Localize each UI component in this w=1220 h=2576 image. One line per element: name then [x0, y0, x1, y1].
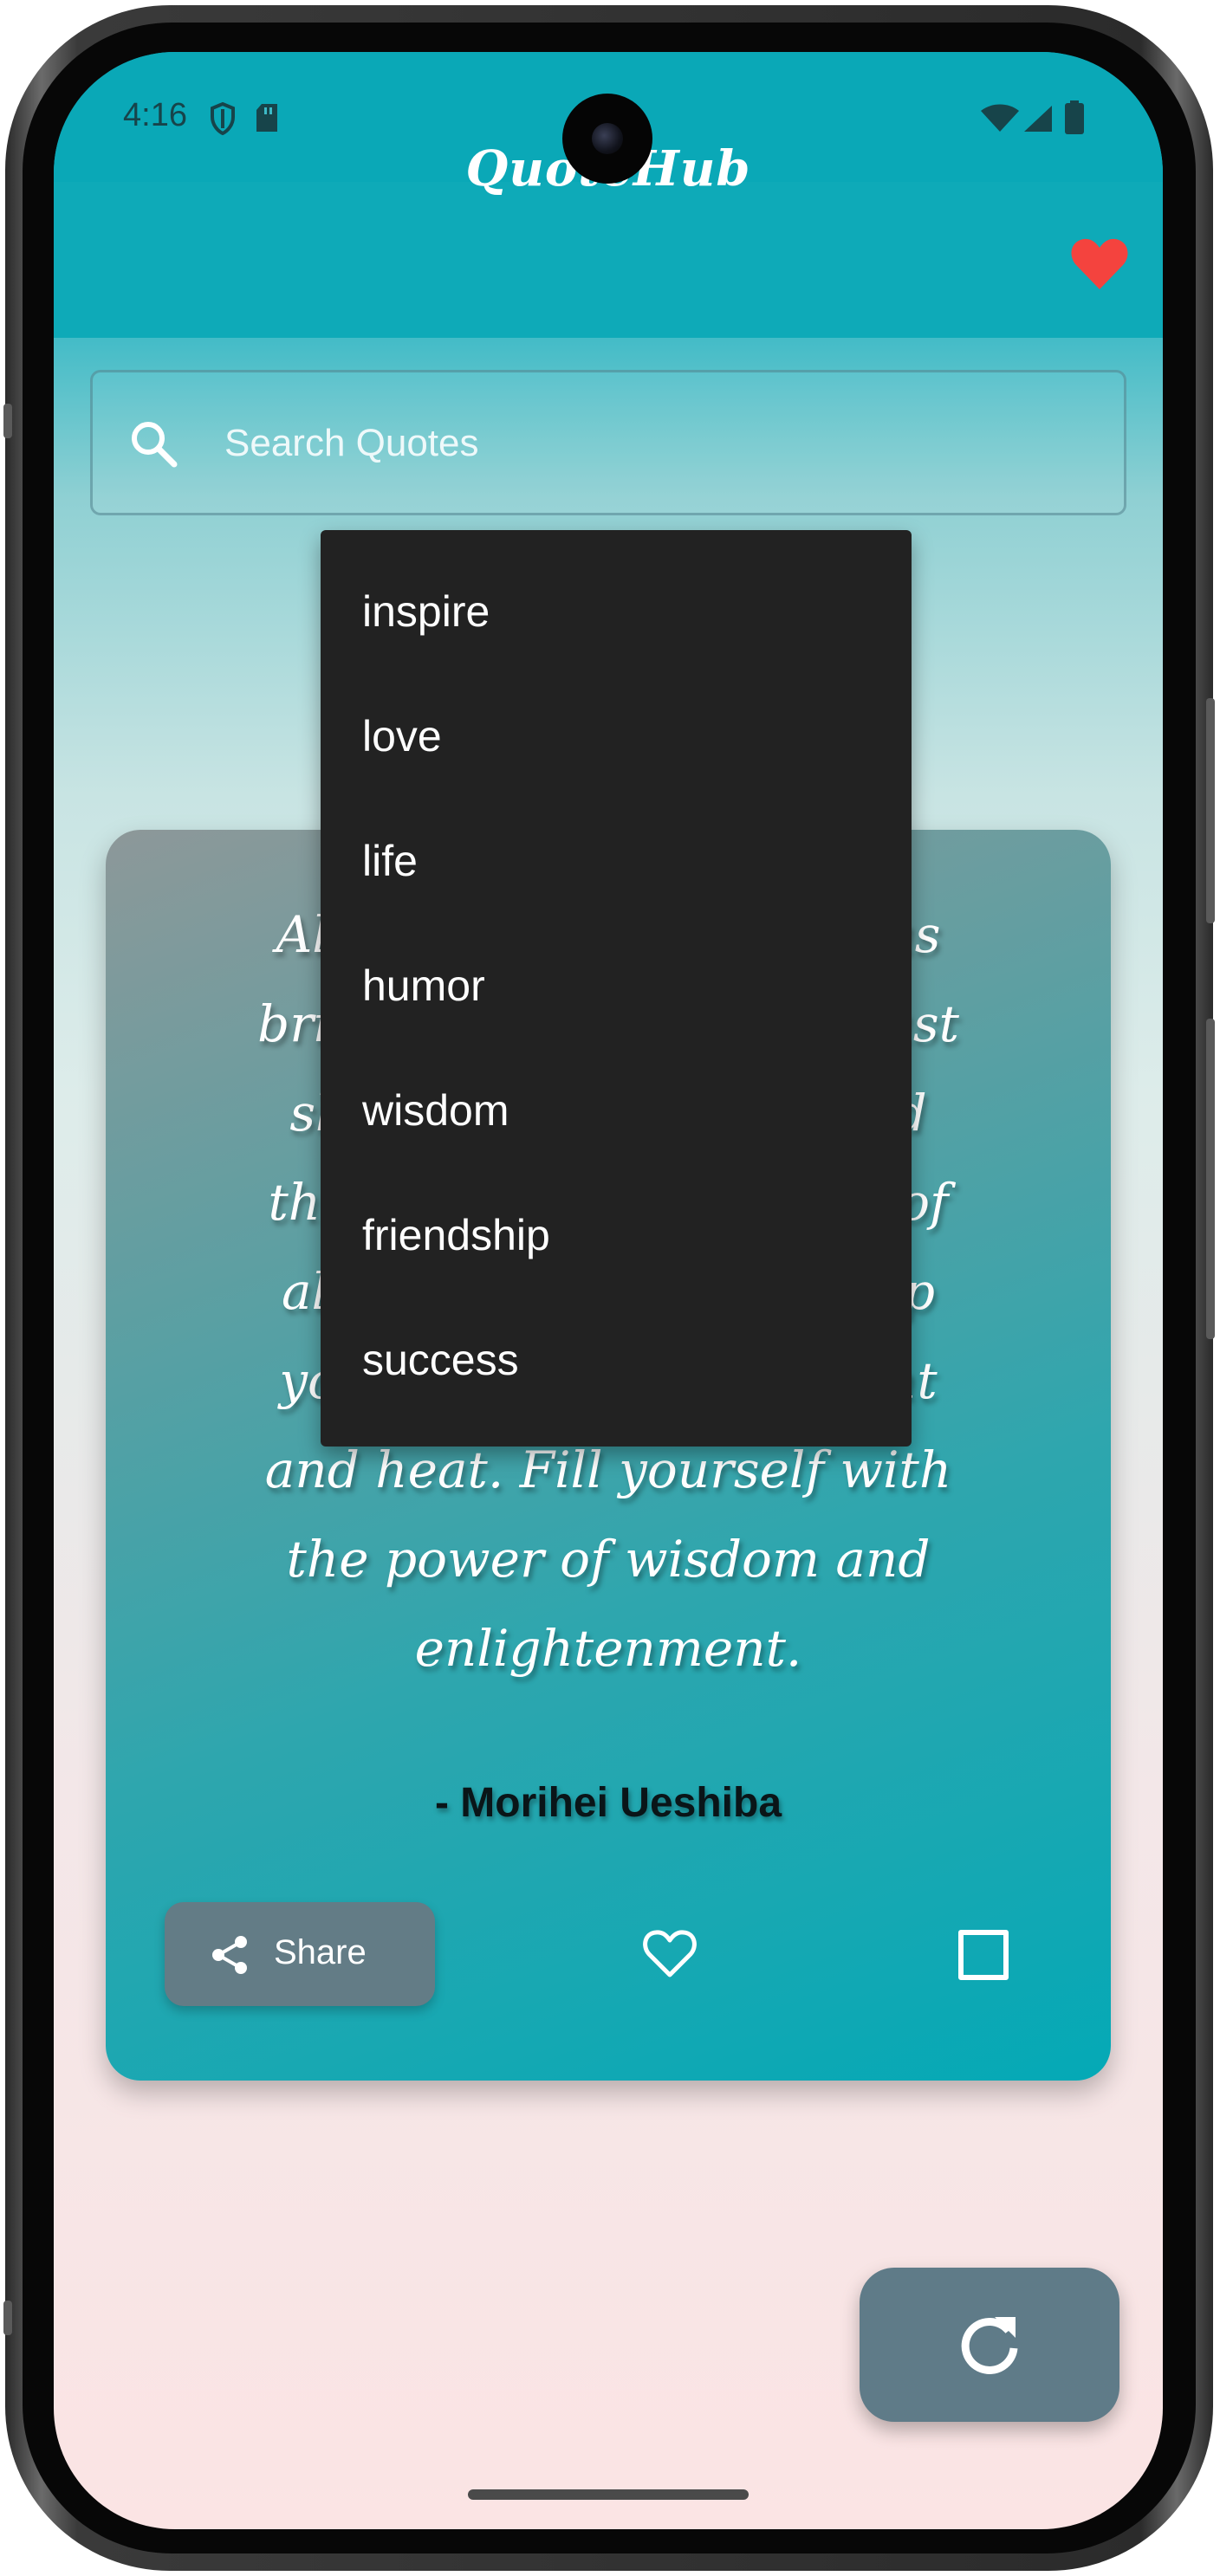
app-screen: 4:16 QuoteHub [54, 52, 1163, 2529]
category-dropdown: inspire love life humor wisdom friendshi… [321, 530, 912, 1447]
sd-card-icon [256, 104, 277, 132]
heart-outline-icon[interactable] [641, 1926, 698, 1980]
share-label: Share [274, 1933, 367, 1971]
search-icon [132, 422, 178, 468]
favorites-heart-icon[interactable] [1069, 236, 1130, 291]
dropdown-item-humor[interactable]: humor [321, 944, 912, 1069]
dropdown-item-love[interactable]: love [321, 695, 912, 819]
battery-icon [1065, 100, 1084, 134]
quote-line: enlightenment. [414, 1619, 802, 1678]
search-field[interactable] [90, 370, 1126, 515]
frame-band [3, 2301, 12, 2335]
share-icon [212, 1936, 247, 1974]
volume-button [1206, 698, 1215, 923]
status-time: 4:16 [123, 97, 187, 133]
signal-icon [1024, 106, 1052, 132]
search-input[interactable] [223, 407, 1072, 480]
dropdown-item-friendship[interactable]: friendship [321, 1194, 912, 1318]
dropdown-item-success[interactable]: success [321, 1318, 912, 1443]
share-button[interactable]: Share [165, 1902, 435, 2006]
app-bar [54, 182, 1163, 338]
quote-author: - Morihei Ueshiba [434, 1780, 782, 1826]
quote-line: the power of wisdom and [286, 1530, 931, 1589]
checkbox-square[interactable] [958, 1930, 1009, 1980]
dropdown-item-life[interactable]: life [321, 819, 912, 944]
wifi-icon [981, 104, 1019, 132]
refresh-icon [961, 2317, 1018, 2374]
shield-icon [211, 102, 235, 135]
front-camera [562, 94, 652, 184]
frame-band [3, 404, 12, 438]
dropdown-item-wisdom[interactable]: wisdom [321, 1069, 912, 1194]
power-button [1206, 1019, 1215, 1339]
refresh-button[interactable] [860, 2268, 1119, 2422]
dropdown-item-inspire[interactable]: inspire [321, 570, 912, 695]
home-indicator[interactable] [468, 2489, 749, 2500]
